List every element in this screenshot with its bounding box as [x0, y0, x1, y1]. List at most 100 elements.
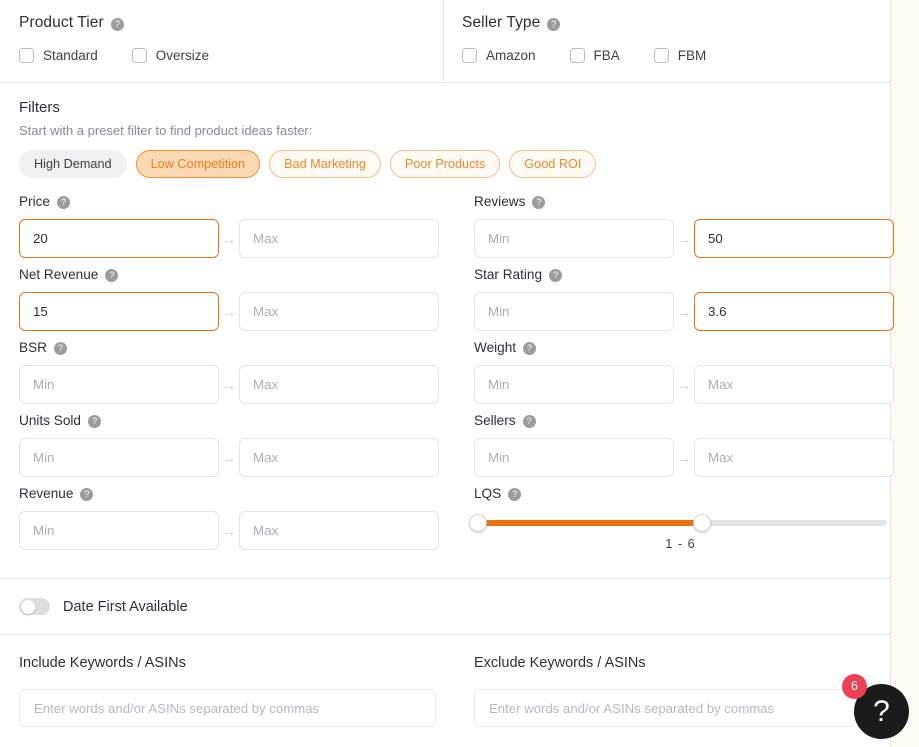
filter-label-bsr-text: BSR: [19, 340, 47, 355]
help-widget-badge: 6: [842, 674, 867, 699]
units-sold-max-input[interactable]: [239, 438, 439, 477]
preset-chip-high-demand[interactable]: High Demand: [19, 150, 127, 178]
arrow-right-icon: →: [677, 230, 691, 247]
checkbox-standard-label: Standard: [43, 48, 98, 63]
reviews-max-input[interactable]: [694, 219, 894, 258]
help-icon[interactable]: ?: [53, 342, 67, 355]
exclude-keywords-input[interactable]: [474, 689, 891, 727]
filter-label-sellers: Sellers ?: [474, 413, 894, 428]
product-tier-title: Product Tier ?: [19, 14, 443, 32]
arrow-right-icon: →: [677, 449, 691, 466]
keywords-section: Include Keywords / ASINs Exclude Keyword…: [0, 635, 891, 727]
sellers-min-input[interactable]: [474, 438, 674, 477]
checkbox-standard[interactable]: Standard: [19, 48, 98, 63]
lqs-slider-value: 1 - 6: [665, 536, 696, 551]
bsr-max-input[interactable]: [239, 365, 439, 404]
help-icon[interactable]: ?: [105, 269, 119, 282]
lqs-slider-fill: [474, 520, 702, 526]
preset-chip-bad-marketing[interactable]: Bad Marketing: [269, 150, 381, 178]
filters-panel: Product Tier ? Standard Oversize Seller …: [0, 0, 894, 747]
lqs-slider-track[interactable]: [469, 514, 887, 532]
filter-field-net-revenue: Net Revenue ? →: [19, 267, 457, 340]
product-tier-options: Standard Oversize: [19, 48, 443, 63]
price-min-input[interactable]: [19, 219, 219, 258]
preset-chip-good-roi[interactable]: Good ROI: [509, 150, 597, 178]
checkbox-amazon-label: Amazon: [486, 48, 536, 63]
lqs-slider-handle-min[interactable]: [469, 514, 487, 532]
checkbox-box-icon[interactable]: [569, 48, 585, 63]
help-icon[interactable]: ?: [522, 415, 536, 428]
weight-max-input[interactable]: [694, 365, 894, 404]
question-mark-icon: ?: [873, 695, 890, 728]
filter-label-price: Price ?: [19, 194, 457, 209]
price-max-input[interactable]: [239, 219, 439, 258]
help-icon[interactable]: ?: [87, 415, 101, 428]
help-icon[interactable]: ?: [80, 488, 94, 501]
filter-field-bsr: BSR ? →: [19, 340, 457, 413]
checkbox-box-icon[interactable]: [131, 48, 147, 63]
range-row-reviews: →: [474, 219, 894, 258]
filter-label-net-revenue-text: Net Revenue: [19, 267, 99, 282]
filter-label-star-rating: Star Rating ?: [474, 267, 894, 282]
tier-seller-section: Product Tier ? Standard Oversize Seller …: [0, 0, 890, 83]
exclude-keywords-title: Exclude Keywords / ASINs: [474, 655, 646, 671]
filter-label-lqs-text: LQS: [474, 486, 502, 501]
filter-field-weight: Weight ? →: [457, 340, 894, 413]
help-icon[interactable]: ?: [532, 196, 546, 209]
preset-chip-low-competition[interactable]: Low Competition: [135, 150, 261, 178]
arrow-right-icon: →: [222, 449, 236, 466]
checkbox-fbm[interactable]: FBM: [653, 48, 706, 63]
range-row-weight: →: [474, 365, 894, 404]
lqs-slider-handle-max[interactable]: [693, 514, 711, 532]
product-tier-group: Product Tier ? Standard Oversize: [0, 0, 443, 82]
checkbox-oversize[interactable]: Oversize: [131, 48, 209, 63]
filter-label-units-sold-text: Units Sold: [19, 413, 81, 428]
help-widget-button[interactable]: ? 6: [842, 674, 909, 739]
filter-label-revenue: Revenue ?: [19, 486, 457, 501]
date-first-available-label: Date First Available: [63, 598, 188, 615]
checkbox-fba-label: FBA: [593, 48, 620, 63]
filter-field-reviews: Reviews ? →: [457, 194, 894, 267]
preset-chip-poor-products[interactable]: Poor Products: [389, 150, 501, 178]
range-row-revenue: →: [19, 511, 457, 550]
seller-type-group: Seller Type ? Amazon FBA FBM: [443, 0, 890, 82]
filter-label-revenue-text: Revenue: [19, 486, 74, 501]
checkbox-box-icon[interactable]: [462, 48, 477, 63]
lqs-slider[interactable]: 1 - 6: [469, 511, 894, 551]
filter-label-bsr: BSR ?: [19, 340, 457, 355]
weight-min-input[interactable]: [474, 365, 674, 404]
checkbox-box-icon[interactable]: [19, 48, 34, 63]
filter-field-star-rating: Star Rating ? →: [457, 267, 894, 340]
help-icon[interactable]: ?: [56, 196, 70, 209]
filter-label-units-sold: Units Sold ?: [19, 413, 457, 428]
filter-label-net-revenue: Net Revenue ?: [19, 267, 457, 282]
bsr-min-input[interactable]: [19, 365, 219, 404]
star-rating-min-input[interactable]: [474, 292, 674, 331]
checkbox-amazon[interactable]: Amazon: [462, 48, 536, 63]
help-icon[interactable]: ?: [547, 17, 561, 31]
filter-field-grid: Price ? → Reviews ? →: [19, 194, 894, 560]
net-revenue-min-input[interactable]: [19, 292, 219, 331]
reviews-min-input[interactable]: [474, 219, 674, 258]
sellers-max-input[interactable]: [694, 438, 894, 477]
help-icon[interactable]: ?: [110, 17, 124, 31]
net-revenue-max-input[interactable]: [239, 292, 439, 331]
filter-field-sellers: Sellers ? →: [457, 413, 894, 486]
units-sold-min-input[interactable]: [19, 438, 219, 477]
seller-type-options: Amazon FBA FBM: [462, 48, 890, 63]
filter-label-reviews: Reviews ?: [474, 194, 894, 209]
filter-label-weight-text: Weight: [474, 340, 517, 355]
date-first-available-toggle[interactable]: [19, 598, 50, 615]
revenue-min-input[interactable]: [19, 511, 219, 550]
range-row-sellers: →: [474, 438, 894, 477]
revenue-max-input[interactable]: [239, 511, 439, 550]
range-row-net-revenue: →: [19, 292, 457, 331]
include-keywords-input[interactable]: [19, 689, 436, 727]
star-rating-max-input[interactable]: [694, 292, 894, 331]
help-icon[interactable]: ?: [508, 488, 522, 501]
checkbox-box-icon[interactable]: [653, 48, 669, 63]
help-icon[interactable]: ?: [523, 342, 537, 355]
product-tier-title-text: Product Tier: [19, 14, 104, 31]
help-icon[interactable]: ?: [549, 269, 563, 282]
checkbox-fba[interactable]: FBA: [569, 48, 620, 63]
